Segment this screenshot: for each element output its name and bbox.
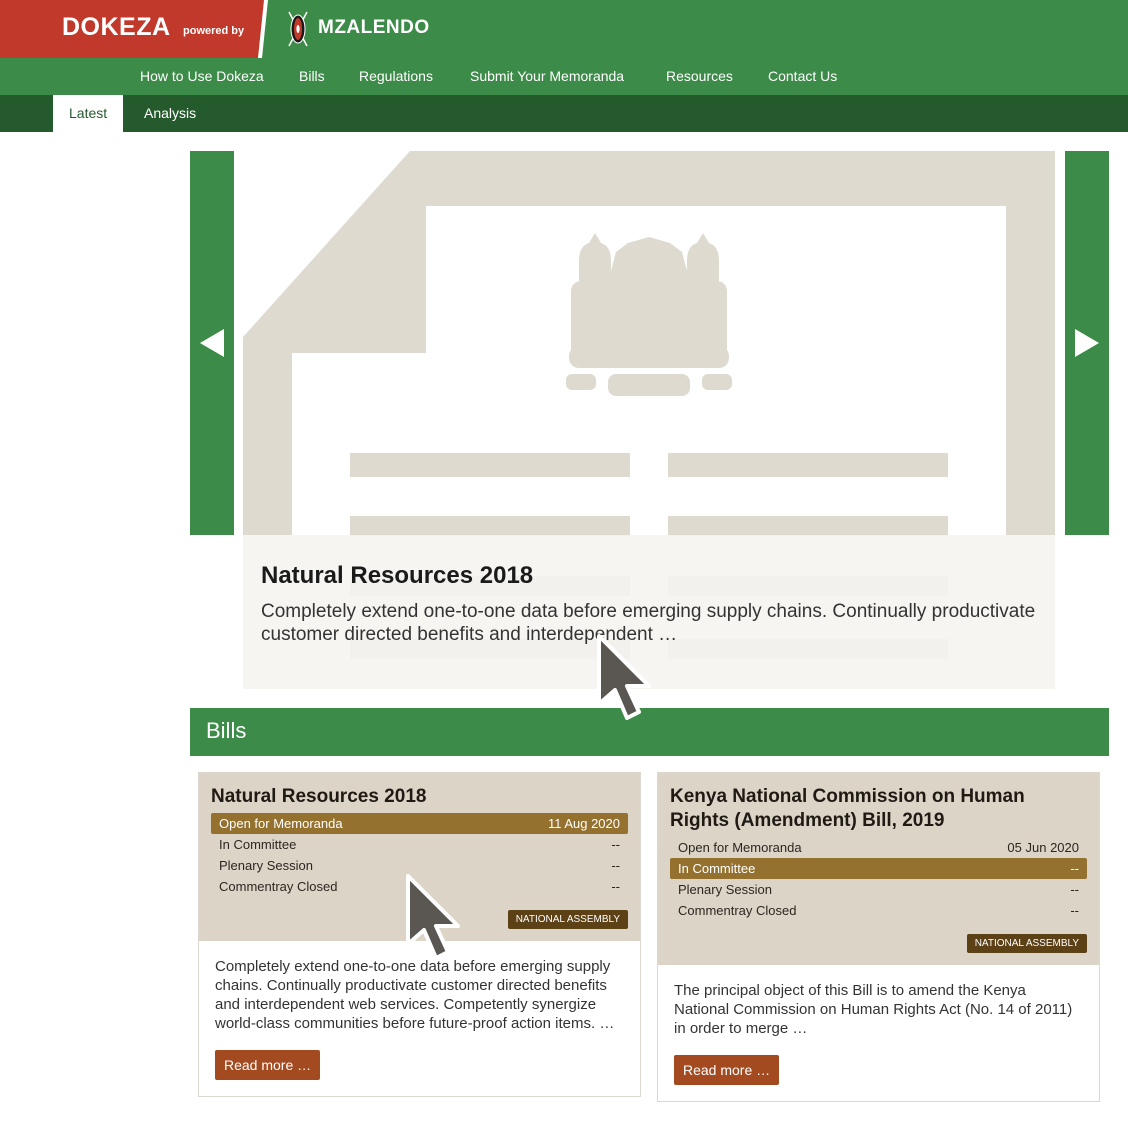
nav-regulations[interactable]: Regulations: [359, 68, 433, 84]
carousel-next-button[interactable]: [1065, 151, 1109, 535]
mzalendo-logo[interactable]: MZALENDO: [318, 17, 430, 39]
bill-card-description: The principal object of this Bill is to …: [674, 982, 1073, 1037]
stage-label: Commentray Closed: [678, 903, 797, 918]
stage-row-closed: Commentray Closed --: [670, 900, 1087, 921]
nav-contact-us[interactable]: Contact Us: [768, 68, 837, 84]
stage-label: Plenary Session: [219, 858, 313, 873]
bill-card-description: Completely extend one-to-one data before…: [215, 958, 615, 1032]
stage-label: Commentray Closed: [219, 879, 338, 894]
carousel-title[interactable]: Natural Resources 2018: [261, 562, 1037, 590]
carousel-prev-button[interactable]: [190, 151, 234, 535]
house-badge: NATIONAL ASSEMBLY: [507, 910, 628, 929]
stage-row-in-committee: In Committee --: [211, 834, 628, 855]
stage-label: Plenary Session: [678, 882, 772, 897]
maasai-shield-icon: [288, 11, 308, 47]
stage-date: --: [1070, 903, 1079, 918]
bill-card-body: Completely extend one-to-one data before…: [199, 941, 640, 1096]
triangle-right-icon: [1075, 329, 1099, 357]
dokeza-logo[interactable]: DOKEZA: [62, 13, 171, 42]
bill-card-title[interactable]: Natural Resources 2018: [211, 785, 628, 809]
powered-by-label: powered by: [183, 25, 245, 37]
stage-date: --: [1070, 861, 1079, 876]
stage-date: --: [611, 879, 620, 894]
bills-section-header: Bills: [190, 708, 1109, 756]
stage-date: 05 Jun 2020: [1007, 840, 1079, 855]
read-more-button[interactable]: Read more …: [674, 1055, 780, 1085]
bill-card-header: Natural Resources 2018 Open for Memorand…: [199, 773, 640, 941]
stage-row-plenary: Plenary Session --: [670, 879, 1087, 900]
main-navigation: How to Use Dokeza Bills Regulations Subm…: [0, 58, 1128, 95]
stage-label: Open for Memoranda: [219, 816, 343, 831]
stage-date: 11 Aug 2020: [547, 816, 620, 831]
tab-latest[interactable]: Latest: [53, 95, 124, 132]
stage-label: Open for Memoranda: [678, 840, 802, 855]
stage-label: In Committee: [219, 837, 297, 852]
nav-how-to-use[interactable]: How to Use Dokeza: [140, 68, 264, 84]
stage-row-plenary: Plenary Session --: [211, 855, 628, 876]
stage-row-in-committee: In Committee --: [670, 858, 1087, 879]
bill-card: Kenya National Commission on Human Right…: [657, 772, 1100, 1102]
bill-card-title[interactable]: Kenya National Commission on Human Right…: [670, 785, 1087, 833]
tab-analysis[interactable]: Analysis: [128, 95, 212, 132]
stage-date: --: [611, 858, 620, 873]
bill-card: Natural Resources 2018 Open for Memorand…: [198, 772, 641, 1097]
bill-card-body: The principal object of this Bill is to …: [658, 965, 1099, 1101]
stage-row-open-memoranda: Open for Memoranda 05 Jun 2020: [670, 837, 1087, 858]
read-more-button[interactable]: Read more …: [215, 1050, 321, 1080]
stage-date: --: [1070, 882, 1079, 897]
featured-carousel: Natural Resources 2018 Completely extend…: [190, 151, 1109, 691]
triangle-left-icon: [200, 329, 224, 357]
carousel-caption[interactable]: Natural Resources 2018 Completely extend…: [243, 535, 1055, 689]
nav-resources[interactable]: Resources: [666, 68, 733, 84]
stage-label: In Committee: [678, 861, 756, 876]
sub-navigation: Latest Analysis: [0, 95, 1128, 132]
bill-card-header: Kenya National Commission on Human Right…: [658, 773, 1099, 965]
stage-date: --: [611, 837, 620, 852]
nav-bills[interactable]: Bills: [299, 68, 325, 84]
stage-row-closed: Commentray Closed --: [211, 876, 628, 897]
carousel-description: Completely extend one-to-one data before…: [261, 601, 1036, 645]
stage-row-open-memoranda: Open for Memoranda 11 Aug 2020: [211, 813, 628, 834]
house-badge: NATIONAL ASSEMBLY: [966, 934, 1087, 953]
nav-submit-memoranda[interactable]: Submit Your Memoranda: [470, 68, 624, 84]
